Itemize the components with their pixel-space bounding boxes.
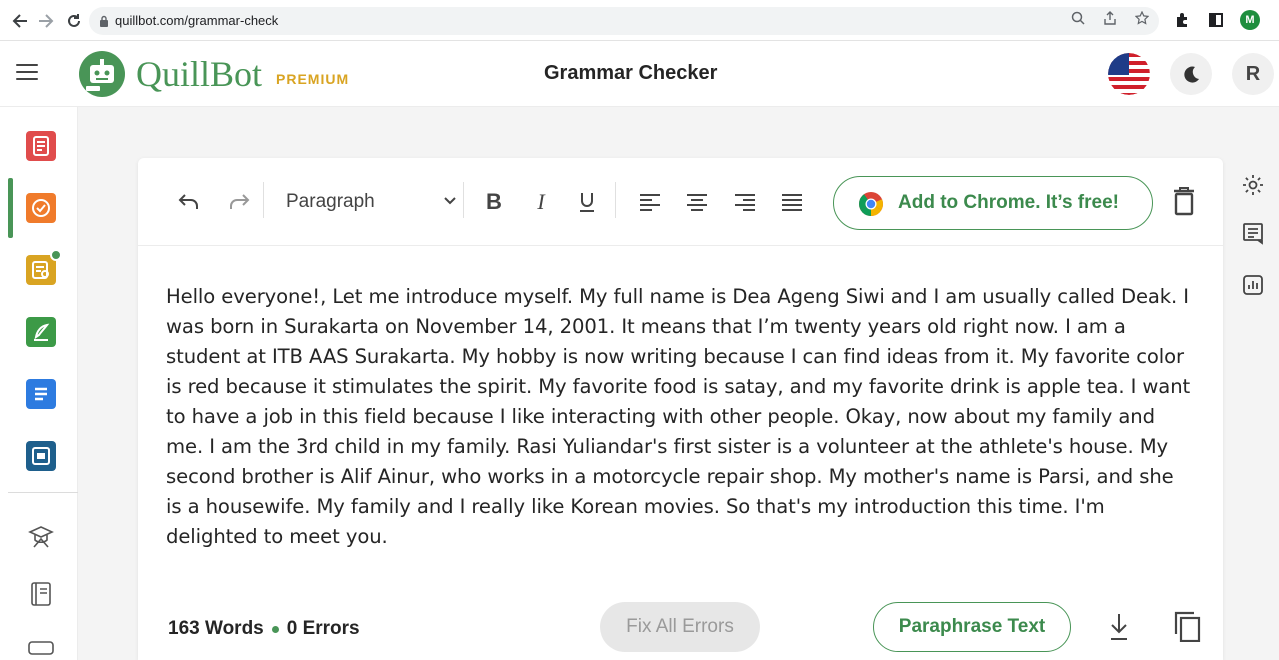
browser-toolbar: quillbot.com/grammar-check M bbox=[0, 0, 1279, 41]
notebook-icon bbox=[31, 582, 51, 606]
notification-dot bbox=[50, 249, 62, 261]
sidebar-item-paraphraser[interactable] bbox=[26, 131, 56, 161]
bold-icon[interactable]: B bbox=[483, 188, 505, 216]
paraphrase-text-button[interactable]: Paraphrase Text bbox=[873, 602, 1071, 652]
moon-icon bbox=[1184, 66, 1199, 83]
extensions-puzzle-icon[interactable] bbox=[1172, 8, 1192, 32]
chevron-down-icon bbox=[442, 192, 458, 213]
redo-icon[interactable] bbox=[226, 188, 252, 216]
editor-toolbar: Paragraph B I Add to Chrome. It’s free! bbox=[138, 158, 1223, 246]
us-flag-icon[interactable] bbox=[1108, 53, 1150, 95]
forward-arrow-icon[interactable] bbox=[34, 9, 58, 33]
trash-icon[interactable] bbox=[1172, 186, 1196, 216]
editor-footer: 163 Words 0 Errors Fix All Errors Paraph… bbox=[138, 598, 1223, 660]
back-arrow-icon[interactable] bbox=[8, 9, 32, 33]
keyboard-icon bbox=[28, 641, 54, 655]
check-circle-icon bbox=[32, 199, 50, 217]
page-title: Grammar Checker bbox=[544, 62, 718, 84]
sidebar-item-research[interactable] bbox=[26, 521, 56, 551]
app-header: QuillBot PREMIUM Grammar Checker R bbox=[0, 41, 1279, 107]
align-justify-icon[interactable] bbox=[780, 188, 804, 216]
logo-wordmark: QuillBot bbox=[136, 54, 263, 94]
editor-text-area[interactable]: Hello everyone!, Let me introduce myself… bbox=[166, 282, 1191, 552]
toolbar-divider bbox=[463, 182, 464, 218]
url-text: quillbot.com/grammar-check bbox=[115, 13, 279, 28]
quill-pen-icon bbox=[34, 323, 50, 341]
profile-avatar[interactable]: M bbox=[1240, 8, 1260, 32]
add-to-chrome-label: Add to Chrome. It’s free! bbox=[898, 192, 1119, 213]
toolbar-divider bbox=[263, 182, 264, 218]
browser-menu-icon[interactable] bbox=[1274, 8, 1279, 32]
settings-gear-icon[interactable] bbox=[1238, 170, 1268, 200]
copy-icon[interactable] bbox=[1173, 610, 1201, 642]
active-indicator bbox=[8, 178, 13, 238]
quillbot-logo-icon bbox=[79, 51, 125, 97]
status-dot bbox=[271, 625, 279, 633]
word-count: 163 Words bbox=[168, 618, 264, 639]
align-right-icon[interactable] bbox=[733, 188, 757, 216]
toolbar-divider bbox=[615, 182, 616, 218]
sidebar-item-co-writer[interactable] bbox=[26, 317, 56, 347]
align-left-icon[interactable] bbox=[638, 188, 662, 216]
sidebar-divider bbox=[8, 492, 78, 493]
paraphraser-icon bbox=[33, 136, 49, 156]
statistics-chart-icon[interactable] bbox=[1238, 270, 1268, 300]
align-center-icon[interactable] bbox=[685, 188, 709, 216]
lock-icon bbox=[100, 15, 108, 27]
error-count: 0 Errors bbox=[286, 618, 360, 639]
undo-icon[interactable] bbox=[176, 188, 202, 216]
summarizer-icon bbox=[35, 387, 47, 401]
add-to-chrome-button[interactable]: Add to Chrome. It’s free! bbox=[833, 176, 1153, 230]
fix-all-errors-button[interactable]: Fix All Errors bbox=[600, 602, 760, 652]
underline-icon[interactable] bbox=[576, 188, 598, 216]
sidebar-item-summarizer[interactable] bbox=[26, 379, 56, 409]
paragraph-style-select[interactable]: Paragraph bbox=[286, 188, 458, 216]
share-icon[interactable] bbox=[1103, 11, 1117, 28]
hamburger-menu-icon[interactable] bbox=[16, 64, 38, 82]
graduation-cap-icon bbox=[28, 526, 54, 548]
premium-badge: PREMIUM bbox=[276, 71, 350, 87]
stats-summary: 163 Words 0 Errors bbox=[168, 618, 360, 640]
download-icon[interactable] bbox=[1108, 612, 1130, 642]
italic-icon[interactable]: I bbox=[530, 188, 552, 216]
reload-icon[interactable] bbox=[62, 9, 86, 33]
chrome-logo-icon bbox=[859, 192, 883, 216]
bookmark-star-icon[interactable] bbox=[1134, 10, 1150, 28]
sidebar-item-notebook[interactable] bbox=[26, 579, 56, 609]
sidebar-item-grammar-checker[interactable] bbox=[26, 193, 56, 223]
side-panel-icon[interactable] bbox=[1206, 8, 1226, 32]
left-sidebar bbox=[0, 107, 78, 660]
sidebar-item-citation-generator[interactable] bbox=[26, 441, 56, 471]
zoom-icon[interactable] bbox=[1071, 11, 1085, 28]
editor-card: Paragraph B I Add to Chrome. It’s free! … bbox=[138, 158, 1223, 660]
dark-mode-toggle[interactable] bbox=[1170, 53, 1212, 95]
plagiarism-icon bbox=[32, 261, 49, 279]
feedback-comment-icon[interactable] bbox=[1238, 218, 1268, 248]
user-avatar[interactable]: R bbox=[1232, 53, 1274, 95]
sidebar-item-plagiarism-checker[interactable] bbox=[26, 249, 62, 285]
paragraph-style-label: Paragraph bbox=[286, 191, 375, 212]
address-bar[interactable]: quillbot.com/grammar-check bbox=[89, 7, 1159, 35]
sidebar-item-more[interactable] bbox=[26, 633, 56, 660]
citation-icon bbox=[32, 447, 50, 465]
